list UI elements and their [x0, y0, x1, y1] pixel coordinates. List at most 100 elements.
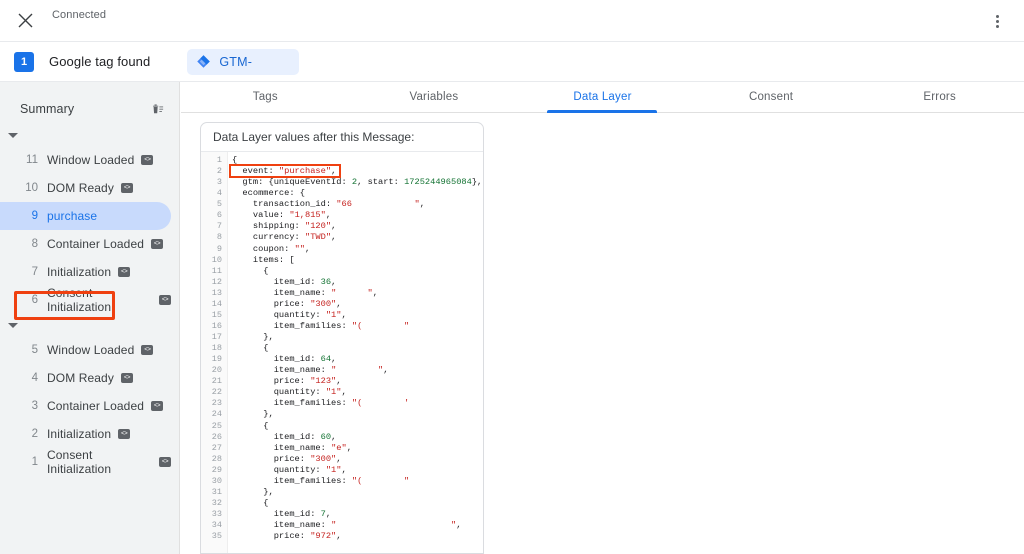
- code-line: quantity: "1",: [232, 464, 347, 475]
- event-name: Initialization: [47, 265, 112, 279]
- line-number: 10: [211, 254, 222, 265]
- line-number: 13: [211, 287, 222, 298]
- event-row-container-loaded[interactable]: 3 Container Loaded <>: [0, 392, 171, 420]
- code-line: transaction_id: "66 ",: [232, 199, 425, 210]
- code-badge-icon: <>: [159, 295, 171, 305]
- line-number: 8: [216, 232, 222, 243]
- line-number: 20: [211, 365, 222, 376]
- line-number: 11: [211, 265, 222, 276]
- caret-down-icon: [8, 132, 18, 138]
- line-number: 18: [211, 343, 222, 354]
- tab-variables[interactable]: Variables: [350, 82, 519, 112]
- gtm-container-chip[interactable]: GTM-: [187, 48, 300, 75]
- code-line: gtm: {uniqueEventId: 2, start: 172524496…: [232, 177, 483, 188]
- line-number: 6: [216, 210, 222, 221]
- event-name: Window Loaded: [47, 153, 135, 167]
- code-line: {: [232, 265, 269, 276]
- group-toggle-0[interactable]: [0, 124, 179, 146]
- line-number: 2: [216, 166, 222, 177]
- data-layer-card: Data Layer values after this Message: 12…: [200, 122, 484, 554]
- line-number: 27: [211, 442, 222, 453]
- code-badge-icon: <>: [118, 267, 131, 277]
- code-line: {: [232, 155, 238, 165]
- event-row-window-loaded[interactable]: 5 Window Loaded <>: [0, 336, 171, 364]
- event-number: 9: [31, 210, 38, 222]
- delete-sweep-icon[interactable]: [150, 102, 165, 117]
- event-number: 4: [31, 372, 38, 384]
- main-panel: Tags Variables Data Layer Consent Errors Dat…: [181, 82, 1024, 554]
- code-line: price: "123",: [232, 376, 342, 387]
- event-number: 5: [31, 344, 38, 356]
- caret-down-icon: [8, 322, 18, 328]
- event-row-consent-initialization[interactable]: 1 Consent Initialization <>: [0, 448, 171, 476]
- event-name: Initialization: [47, 427, 112, 441]
- tab-errors[interactable]: Errors: [855, 82, 1024, 112]
- group-toggle-1[interactable]: [0, 314, 179, 336]
- event-number: 8: [31, 238, 38, 250]
- event-row-dom-ready[interactable]: 4 DOM Ready <>: [0, 364, 171, 392]
- code-line: items: [: [232, 254, 295, 265]
- code-line: item_families: "( ": [232, 320, 410, 331]
- line-number: 17: [211, 332, 222, 342]
- code-line: item_families: "( ": [232, 475, 410, 486]
- code-line: },: [232, 486, 274, 497]
- code-badge-icon: <>: [159, 457, 171, 467]
- line-number-gutter: 1 2 3 4 5 6 7 8 9 10 11 12 13 14 15 16 17 18 19 20 21 22 23 24 2…: [201, 152, 228, 553]
- code-line: item_id: 36,: [232, 276, 337, 287]
- event-number: 3: [31, 400, 38, 412]
- tab-bar: Tags Variables Data Layer Consent Errors: [181, 82, 1024, 113]
- line-number: 21: [211, 376, 222, 387]
- tab-data-layer[interactable]: Data Layer: [518, 82, 687, 112]
- line-number: 9: [216, 243, 222, 254]
- line-number: 33: [211, 509, 222, 519]
- event-row-purchase[interactable]: 9 purchase: [0, 202, 171, 230]
- code-line: {: [232, 343, 269, 354]
- event-groups: 11 Window Loaded <> 10 DOM Ready <> 9 purchase 8…: [0, 124, 179, 476]
- tab-tags[interactable]: Tags: [181, 82, 350, 112]
- event-row-window-loaded[interactable]: 11 Window Loaded <>: [0, 146, 171, 174]
- event-name: Window Loaded: [47, 343, 135, 357]
- event-name: DOM Ready: [47, 371, 114, 385]
- line-number: 23: [211, 398, 222, 409]
- gtm-diamond-icon: [196, 54, 211, 69]
- close-button[interactable]: [8, 4, 42, 38]
- code-content[interactable]: { event: "purchase", gtm: {uniqueEventId…: [228, 152, 483, 553]
- close-icon: [18, 13, 33, 28]
- event-row-container-loaded[interactable]: 8 Container Loaded <>: [0, 230, 171, 258]
- data-layer-code-body[interactable]: 1 2 3 4 5 6 7 8 9 10 11 12 13 14 15 16 17 18 19 20 21 22 23 24 2…: [201, 152, 483, 553]
- code-line: item_name: " ",: [232, 287, 378, 298]
- code-line: quantity: "1",: [232, 387, 347, 398]
- code-badge-icon: <>: [118, 429, 131, 439]
- code-line: item_id: 7,: [232, 509, 332, 519]
- event-number: 2: [31, 428, 38, 440]
- code-line: coupon: "",: [232, 243, 311, 254]
- line-number: 34: [211, 520, 222, 531]
- code-line: shipping: "120",: [232, 221, 337, 232]
- code-line: event: "purchase",: [232, 166, 337, 177]
- code-line: item_families: "( ': [232, 398, 410, 409]
- code-line: },: [232, 332, 274, 342]
- code-line: item_id: 60,: [232, 431, 337, 442]
- event-row-consent-initialization[interactable]: 6 Consent Initialization <>: [0, 286, 171, 314]
- event-row-initialization[interactable]: 7 Initialization <>: [0, 258, 171, 286]
- event-name: Consent Initialization: [47, 286, 112, 314]
- code-line: item_name: "e",: [232, 442, 352, 453]
- line-number: 19: [211, 354, 222, 365]
- code-line: value: "1,815",: [232, 210, 332, 221]
- code-line: currency: "TWD",: [232, 232, 337, 243]
- tab-consent[interactable]: Consent: [687, 82, 856, 112]
- sidebar-header: Summary: [0, 94, 179, 124]
- event-row-initialization[interactable]: 2 Initialization <>: [0, 420, 171, 448]
- data-layer-card-title: Data Layer values after this Message:: [201, 123, 483, 152]
- event-number: 7: [31, 266, 38, 278]
- google-tag-bar: 1 Google tag found GTM-: [0, 42, 1024, 82]
- more-options-button[interactable]: [980, 4, 1014, 38]
- line-number: 4: [216, 188, 222, 199]
- line-number: 25: [211, 420, 222, 431]
- code-badge-icon: <>: [151, 239, 164, 249]
- line-number: 12: [211, 276, 222, 287]
- event-number: 10: [25, 182, 38, 194]
- code-line: {: [232, 420, 269, 431]
- event-name: purchase: [47, 209, 98, 223]
- event-row-dom-ready[interactable]: 10 DOM Ready <>: [0, 174, 171, 202]
